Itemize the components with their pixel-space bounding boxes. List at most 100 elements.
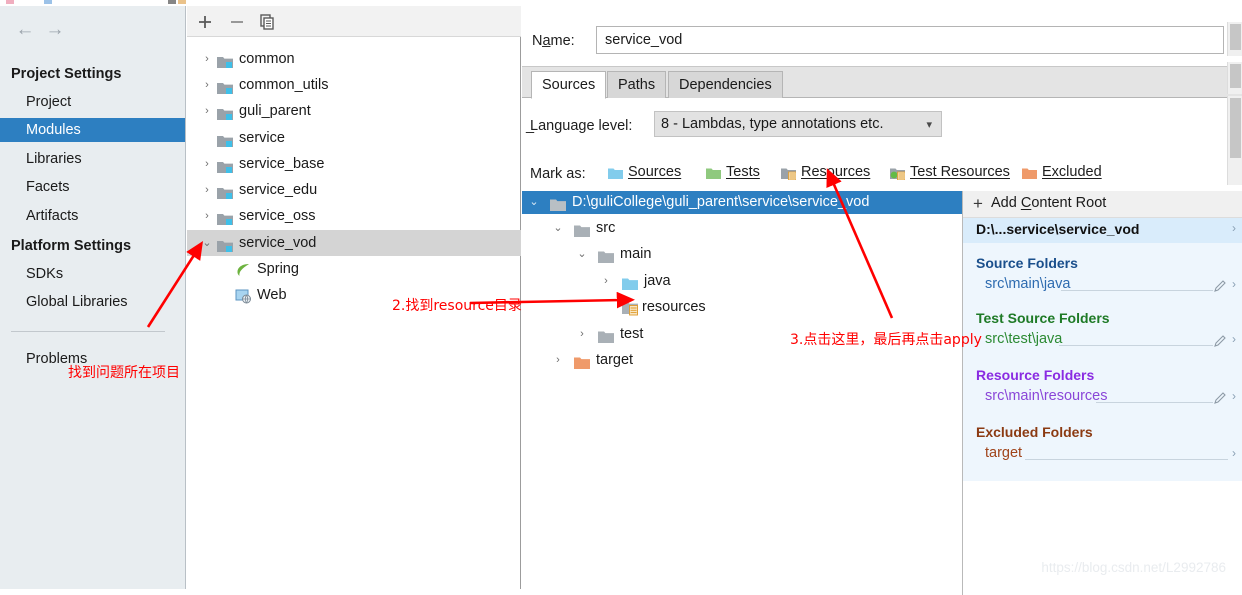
spring-leaf-icon (235, 261, 251, 277)
module-row-service[interactable]: service (187, 125, 521, 151)
chevron-down-icon[interactable]: ⌄ (199, 230, 215, 256)
entry-underline (1059, 345, 1213, 346)
name-row-scrollbar[interactable] (1227, 22, 1242, 56)
facet-label: Web (257, 287, 287, 303)
folder-gray-icon (598, 247, 614, 263)
folder-excluded-icon (1022, 167, 1037, 180)
edit-pencil-icon[interactable] (1213, 279, 1227, 293)
tree-row-label: src (596, 220, 616, 236)
settings-sidebar: ← → Project Settings Platform Settings P… (0, 6, 186, 589)
scrollbar-thumb[interactable] (1230, 24, 1241, 50)
excluded-folder-entry[interactable]: target › (963, 445, 1242, 467)
titlebar-fragment (44, 0, 52, 4)
module-name-input[interactable]: service_vod (596, 26, 1224, 54)
module-row-service-edu[interactable]: › service_edu (187, 177, 521, 203)
sidebar-item-global-libraries[interactable]: Global Libraries (0, 290, 185, 314)
source-folder-entry[interactable]: src\main\java › (963, 276, 1242, 298)
add-icon: + (973, 194, 983, 213)
add-content-root-button[interactable]: + Add Content Root (963, 191, 1242, 218)
mark-as-tests-label: Tests (726, 164, 760, 180)
tree-row-target[interactable]: › target (522, 347, 962, 373)
chevron-right-icon[interactable]: › (199, 46, 215, 72)
sidebar-item-project[interactable]: Project (0, 90, 185, 114)
tab-dependencies[interactable]: Dependencies (668, 71, 783, 98)
module-row-service-oss[interactable]: › service_oss (187, 203, 521, 229)
chevron-right-icon[interactable]: › (1232, 446, 1236, 460)
tab-sources[interactable]: Sources (531, 71, 607, 99)
sources-scrollbar[interactable] (1227, 96, 1242, 185)
forward-arrow-icon[interactable]: → (42, 20, 68, 42)
chevron-right-icon[interactable]: › (199, 177, 215, 203)
add-content-root-label: Add Content Root (991, 195, 1107, 211)
chevron-down-icon[interactable]: ⌄ (574, 241, 590, 267)
module-label: service (239, 130, 285, 146)
module-row-common-utils[interactable]: › common_utils (187, 72, 521, 98)
chevron-right-icon[interactable]: › (550, 347, 566, 373)
tree-row-label: resources (642, 299, 706, 315)
mark-as-resources-label: Resources (801, 164, 871, 180)
chevron-right-icon[interactable]: › (199, 151, 215, 177)
sidebar-item-modules[interactable]: Modules (0, 118, 185, 142)
module-row-guli-parent[interactable]: › guli_parent (187, 98, 521, 124)
copy-icon[interactable] (257, 13, 277, 31)
sidebar-item-sdks[interactable]: SDKs (0, 262, 185, 286)
chevron-right-icon[interactable]: › (1232, 277, 1236, 291)
chevron-right-icon[interactable]: › (1232, 221, 1236, 235)
sidebar-nav-buttons: ← → (12, 20, 172, 42)
module-row-service-vod[interactable]: ⌄ service_vod (187, 230, 521, 256)
resource-folder-entry[interactable]: src\main\resources › (963, 388, 1242, 410)
scrollbar-thumb[interactable] (1230, 64, 1241, 88)
edit-pencil-icon[interactable] (1213, 391, 1227, 405)
chevron-down-icon[interactable]: ⌄ (550, 215, 566, 241)
back-arrow-icon[interactable]: ← (12, 20, 38, 42)
test-source-folder-entry[interactable]: src\test\java › (963, 331, 1242, 353)
module-folder-icon (217, 157, 233, 173)
tree-row-resources[interactable]: resources (522, 294, 962, 320)
chevron-right-icon[interactable]: › (1232, 332, 1236, 346)
module-name-row: Na̲me: service_vod (522, 20, 1242, 64)
content-roots-panel: + Add Content Root D:\...service\service… (963, 191, 1242, 481)
language-level-select[interactable]: 8 - Lambdas, type annotations etc. ▾ (654, 111, 942, 137)
tree-row-src[interactable]: ⌄ src (522, 215, 962, 241)
excluded-folders-title: Excluded Folders (976, 424, 1093, 440)
chevron-right-icon[interactable]: › (574, 321, 590, 347)
facet-label: Spring (257, 261, 299, 277)
tree-row-label: D:\guliCollege\guli_parent\service\servi… (572, 194, 870, 210)
module-row-common[interactable]: › common (187, 46, 521, 72)
chevron-down-icon[interactable]: ⌄ (526, 189, 542, 215)
folder-test-resources-icon (890, 167, 906, 181)
edit-pencil-icon[interactable] (1213, 334, 1227, 348)
sidebar-item-facets[interactable]: Facets (0, 175, 185, 199)
annotation-3: 3.点击这里，最后再点击apply (790, 332, 982, 348)
language-level-label: ̲Language level: (530, 118, 633, 134)
annotation-1: 找到问题所在项目 (68, 365, 180, 381)
watermark: https://blog.csdn.net/L2992786 (1041, 560, 1226, 575)
module-folder-icon (217, 52, 233, 68)
module-folder-icon (217, 183, 233, 199)
module-facet-spring[interactable]: Spring (187, 256, 521, 282)
module-folder-icon (217, 131, 233, 147)
mark-as-excluded-label: Excluded (1042, 164, 1102, 180)
sidebar-item-artifacts[interactable]: Artifacts (0, 204, 185, 228)
tabstrip-scrollbar[interactable] (1227, 62, 1242, 94)
module-row-service-base[interactable]: › service_base (187, 151, 521, 177)
scrollbar-thumb[interactable] (1230, 98, 1241, 158)
entry-underline (1061, 290, 1213, 291)
add-icon[interactable] (195, 13, 215, 31)
tree-row-main[interactable]: ⌄ main (522, 241, 962, 267)
sidebar-item-libraries[interactable]: Libraries (0, 147, 185, 171)
chevron-down-icon[interactable]: ▾ (926, 118, 932, 131)
entry-underline (1096, 402, 1213, 403)
tab-paths[interactable]: Paths (607, 71, 667, 98)
tree-row-content-root[interactable]: ⌄ D:\guliCollege\guli_parent\service\ser… (522, 189, 962, 215)
chevron-right-icon[interactable]: › (199, 98, 215, 124)
chevron-right-icon[interactable]: › (1232, 389, 1236, 403)
remove-icon[interactable] (227, 13, 247, 31)
tree-row-java[interactable]: › java (522, 268, 962, 294)
chevron-right-icon[interactable]: › (598, 268, 614, 294)
module-name-label: Na̲me: (532, 33, 575, 49)
chevron-right-icon[interactable]: › (199, 203, 215, 229)
chevron-right-icon[interactable]: › (199, 72, 215, 98)
source-folders-title: Source Folders (976, 255, 1078, 271)
content-root-header[interactable]: D:\...service\service_vod › (963, 218, 1242, 243)
